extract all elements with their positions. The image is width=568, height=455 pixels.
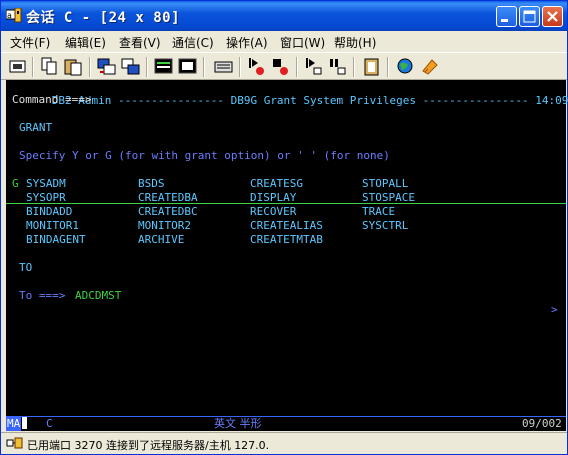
menu-actions[interactable]: 操作(A) — [226, 34, 268, 51]
privilege-createalias: CREATEALIAS — [250, 219, 323, 232]
receive-file-icon[interactable] — [120, 56, 141, 77]
status-message: 已用端口 3270 连接到了远程服务器/主机 127.0. — [27, 439, 270, 452]
to-prompt: To ===> — [19, 289, 66, 302]
privilege-recover: RECOVER — [250, 205, 297, 218]
menu-edit[interactable]: 编辑(E) — [65, 34, 106, 51]
privilege-bsds: BSDS — [138, 177, 165, 190]
toolbar — [1, 52, 567, 80]
display-setup-icon[interactable] — [153, 56, 174, 77]
close-icon — [547, 11, 558, 22]
close-button[interactable] — [542, 6, 563, 27]
print-screen-icon[interactable] — [7, 56, 28, 77]
send-file-icon[interactable] — [96, 56, 117, 77]
menu-help[interactable]: 帮助(H) — [334, 34, 376, 51]
privilege-createtmtab: CREATETMTAB — [250, 233, 323, 246]
oia-session: C — [46, 417, 53, 430]
application-window: a 会话 C - [24 x 80] 文件(F) 编辑(E) 查看(V) 通信(… — [0, 0, 568, 455]
privilege-createdba: CREATEDBA — [138, 191, 198, 204]
help-icon[interactable] — [419, 56, 440, 77]
session-app-icon: a — [6, 8, 22, 23]
to-heading: TO — [19, 261, 33, 274]
privilege-archive: ARCHIVE — [138, 233, 185, 246]
operator-info-area: MA C 英文 半形 09/002 — [6, 416, 566, 431]
scroll-right-indicator[interactable]: > — [551, 303, 558, 317]
privilege-sysadm: SYSADM — [26, 177, 66, 190]
oia-cursor-block — [22, 417, 27, 429]
keyboard-icon[interactable] — [177, 56, 198, 77]
privilege-createdbc: CREATEDBC — [138, 205, 198, 218]
privilege-sysctrl: SYSCTRL — [362, 219, 409, 232]
macro-play-icon[interactable] — [303, 56, 324, 77]
panel-title: DB9G Grant System Privileges — [230, 94, 417, 107]
menu-file[interactable]: 文件(F) — [10, 34, 50, 51]
instructions-text: Specify Y or G (for with grant option) o… — [19, 149, 390, 162]
privilege-stopall: STOPALL — [362, 177, 409, 190]
web-icon[interactable] — [395, 56, 416, 77]
grant-heading: GRANT — [19, 121, 53, 134]
oia-input-mode: 英文 半形 — [214, 417, 262, 430]
oia-mode: MA — [6, 417, 22, 431]
minimize-icon — [501, 19, 508, 22]
to-user-input[interactable]: ADCDMST — [75, 289, 121, 303]
privilege-monitor2: MONITOR2 — [138, 219, 191, 232]
oia-cursor-position: 09/002 — [522, 417, 562, 430]
maximize-button[interactable] — [519, 6, 540, 27]
privilege-createsg: CREATESG — [250, 177, 303, 190]
window-title: 会话 C - [24 x 80] — [26, 10, 181, 26]
menu-window[interactable]: 窗口(W) — [280, 34, 325, 51]
privilege-stospace: STOSPACE — [362, 191, 415, 204]
clipboard-icon[interactable] — [361, 56, 382, 77]
privilege-monitor1: MONITOR1 — [26, 219, 79, 232]
privilege-bindagent: BINDAGENT — [26, 233, 86, 246]
maximize-icon — [523, 10, 536, 23]
copy-icon[interactable] — [39, 56, 60, 77]
keypad-icon[interactable] — [213, 56, 234, 77]
paste-icon[interactable] — [63, 56, 84, 77]
menu-bar: 文件(F) 编辑(E) 查看(V) 通信(C) 操作(A) 窗口(W) 帮助(H… — [1, 31, 567, 51]
menu-view[interactable]: 查看(V) — [119, 34, 161, 51]
title-bar[interactable]: a 会话 C - [24 x 80] — [1, 1, 567, 31]
macro-record-icon[interactable] — [246, 56, 267, 77]
minimize-button[interactable] — [496, 6, 517, 27]
panel-time: 14:09 — [535, 94, 568, 107]
status-bar: 已用端口 3270 连接到了远程服务器/主机 127.0. — [1, 432, 567, 454]
connection-icon — [6, 437, 23, 449]
privilege-flag-input[interactable]: G — [12, 177, 19, 191]
macro-pause-icon[interactable] — [327, 56, 348, 77]
svg-text:a: a — [7, 11, 12, 20]
command-label: Command ===> — [12, 93, 92, 106]
privilege-sysopr: SYSOPR — [26, 191, 66, 204]
menu-communication[interactable]: 通信(C) — [172, 34, 214, 51]
macro-stop-icon[interactable] — [270, 56, 291, 77]
privilege-bindadd: BINDADD — [26, 205, 73, 218]
privilege-display: DISPLAY — [250, 191, 297, 204]
privilege-trace: TRACE — [362, 205, 396, 218]
terminal-screen[interactable]: DB2 Admin ---------------- DB9G Grant Sy… — [6, 80, 568, 416]
